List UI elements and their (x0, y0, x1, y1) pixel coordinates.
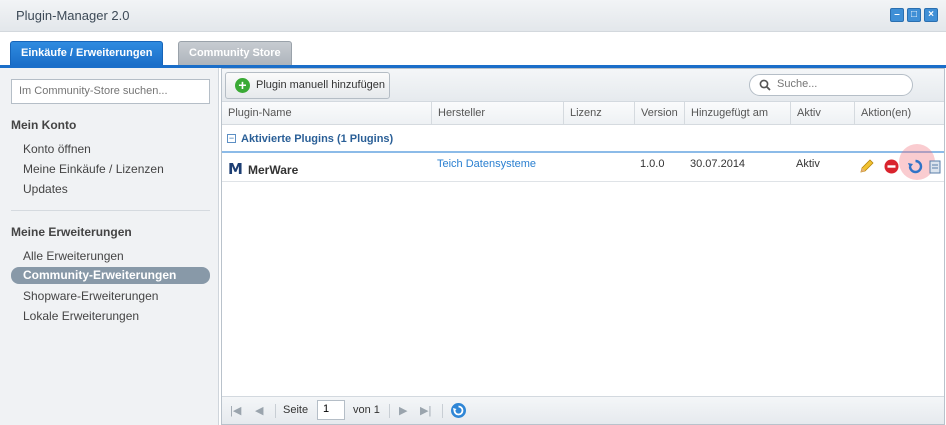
grid-search-input[interactable] (777, 78, 904, 90)
column-active[interactable]: Aktiv (791, 102, 855, 125)
column-version[interactable]: Version (635, 102, 685, 125)
sidebar-item-updates[interactable]: Updates (23, 182, 68, 196)
page-number-field[interactable] (317, 400, 345, 420)
edit-icon[interactable] (858, 158, 875, 175)
section-title-my-extensions: Meine Erweiterungen (11, 225, 132, 239)
section-title-my-account: Mein Konto (11, 118, 77, 132)
plugin-name: MerWare (248, 163, 299, 177)
column-actions[interactable]: Aktion(en) (855, 102, 944, 125)
sidebar-item-community-extensions[interactable]: Community-Erweiterungen (11, 267, 210, 284)
tab-strip: Einkäufe / Erweiterungen Community Store (0, 32, 946, 68)
manufacturer-link[interactable]: Teich Datensysteme (437, 158, 536, 170)
column-manufacturer[interactable]: Hersteller (432, 102, 564, 125)
active-value: Aktiv (796, 158, 820, 170)
main-panel: + Plugin manuell hinzufügen Plugin-Name … (221, 68, 945, 425)
pagination-bar: |◀ ◀ Seite von 1 ▶ ▶| (222, 396, 944, 424)
sidebar-item-local-extensions[interactable]: Lokale Erweiterungen (23, 309, 139, 323)
add-plugin-label: Plugin manuell hinzufügen (256, 79, 386, 91)
uninstall-icon[interactable] (929, 158, 941, 175)
pager-separator (275, 404, 276, 418)
reinstall-icon[interactable] (907, 158, 924, 175)
grid-header: Plugin-Name Hersteller Lizenz Version Hi… (222, 102, 944, 125)
pager-separator (442, 404, 443, 418)
grid-search-field[interactable] (749, 74, 913, 96)
window-title: Plugin-Manager 2.0 (16, 8, 130, 23)
community-search-input[interactable] (19, 85, 202, 97)
plugin-logo: M (228, 160, 243, 178)
window-titlebar: Plugin-Manager 2.0 – □ × (0, 0, 946, 32)
community-search-field[interactable] (11, 79, 210, 104)
last-page-icon[interactable]: ▶| (420, 404, 431, 417)
table-row[interactable]: M MerWare Teich Datensysteme 1.0.0 30.07… (222, 154, 944, 182)
minimize-icon[interactable]: – (890, 8, 904, 22)
collapse-toggle-icon[interactable]: − (227, 134, 236, 143)
tab-purchases-extensions[interactable]: Einkäufe / Erweiterungen (10, 41, 164, 66)
added-date-value: 30.07.2014 (690, 158, 746, 170)
page-number-input[interactable] (323, 403, 339, 415)
maximize-icon[interactable]: □ (907, 8, 921, 22)
sidebar-item-purchases-licenses[interactable]: Meine Einkäufe / Lizenzen (23, 162, 164, 176)
group-label: Aktivierte Plugins (1 Plugins) (241, 133, 394, 145)
sidebar: Mein Konto Konto öffnen Meine Einkäufe /… (0, 68, 219, 425)
sidebar-item-open-account[interactable]: Konto öffnen (23, 142, 91, 156)
column-license[interactable]: Lizenz (564, 102, 635, 125)
next-page-icon[interactable]: ▶ (399, 404, 407, 417)
page-of-label: von 1 (353, 404, 380, 416)
pager-separator (389, 404, 390, 418)
close-icon[interactable]: × (924, 8, 938, 22)
refresh-icon[interactable] (450, 402, 467, 419)
window-controls: – □ × (890, 8, 938, 22)
tab-community-store[interactable]: Community Store (178, 41, 292, 66)
sidebar-item-shopware-extensions[interactable]: Shopware-Erweiterungen (23, 289, 158, 303)
deactivate-icon[interactable] (883, 158, 900, 175)
search-icon (759, 79, 771, 91)
first-page-icon[interactable]: |◀ (230, 404, 241, 417)
prev-page-icon[interactable]: ◀ (255, 404, 263, 417)
column-plugin-name[interactable]: Plugin-Name (222, 102, 432, 125)
sidebar-divider (11, 210, 210, 211)
sidebar-item-all-extensions[interactable]: Alle Erweiterungen (23, 249, 124, 263)
page-label: Seite (283, 404, 309, 416)
group-header-active-plugins[interactable]: − Aktivierte Plugins (1 Plugins) (222, 126, 944, 153)
add-icon: + (235, 78, 250, 93)
column-added-date[interactable]: Hinzugefügt am (685, 102, 791, 125)
toolbar: + Plugin manuell hinzufügen (222, 69, 944, 102)
add-plugin-manually-button[interactable]: + Plugin manuell hinzufügen (225, 72, 390, 99)
version-value: 1.0.0 (640, 158, 665, 170)
